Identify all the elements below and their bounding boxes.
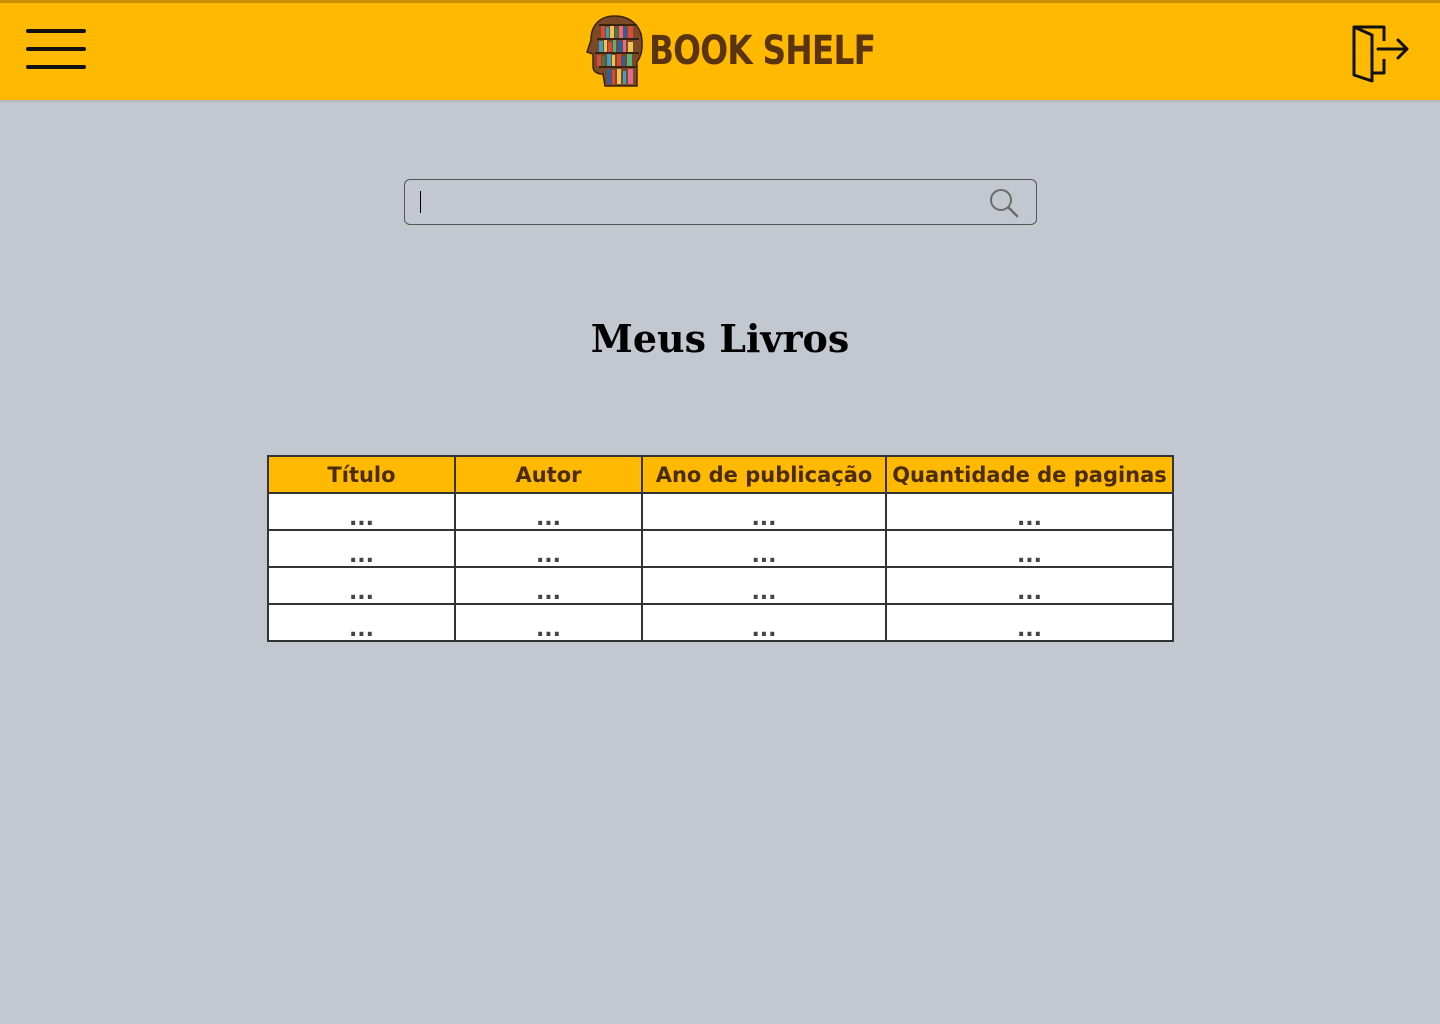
table-cell: ... <box>267 492 456 531</box>
table-cell: ... <box>641 492 887 531</box>
search-icon[interactable] <box>988 187 1020 219</box>
table-header-row: Título Autor Ano de publicação Quantidad… <box>267 455 1174 494</box>
brand-name: BOOK SHELF <box>649 28 876 74</box>
brand[interactable]: BOOK SHELF <box>585 11 925 91</box>
table-cell: ... <box>454 566 643 605</box>
table-cell: ... <box>454 492 643 531</box>
column-header-ano[interactable]: Ano de publicação <box>641 455 887 494</box>
table-cell: ... <box>267 529 456 568</box>
search-input[interactable] <box>419 180 979 224</box>
top-bar: BOOK SHELF <box>0 0 1440 100</box>
table-cell: ... <box>641 529 887 568</box>
table-cell: ... <box>641 603 887 642</box>
table-cell: ... <box>641 566 887 605</box>
table-cell: ... <box>885 566 1174 605</box>
table-cell: ... <box>267 603 456 642</box>
table-cell: ... <box>267 566 456 605</box>
table-cell: ... <box>885 492 1174 531</box>
column-header-titulo[interactable]: Título <box>267 455 456 494</box>
table-row[interactable]: ... ... ... ... <box>267 566 1174 605</box>
text-caret <box>420 191 421 213</box>
menu-line <box>26 65 86 69</box>
table-cell: ... <box>885 603 1174 642</box>
hamburger-menu-icon[interactable] <box>24 27 88 75</box>
column-header-autor[interactable]: Autor <box>454 455 643 494</box>
table-row[interactable]: ... ... ... ... <box>267 492 1174 531</box>
table-cell: ... <box>454 529 643 568</box>
books-table: Título Autor Ano de publicação Quantidad… <box>267 455 1174 642</box>
table-row[interactable]: ... ... ... ... <box>267 529 1174 568</box>
table-cell: ... <box>454 603 643 642</box>
logout-door-icon[interactable] <box>1348 23 1412 85</box>
bookshelf-head-logo-icon <box>586 15 643 87</box>
search-box[interactable] <box>404 179 1037 225</box>
menu-line <box>26 29 86 33</box>
table-cell: ... <box>885 529 1174 568</box>
column-header-paginas[interactable]: Quantidade de paginas <box>885 455 1174 494</box>
page-title: Meus Livros <box>590 316 850 361</box>
table-row[interactable]: ... ... ... ... <box>267 603 1174 642</box>
menu-line <box>26 47 86 51</box>
